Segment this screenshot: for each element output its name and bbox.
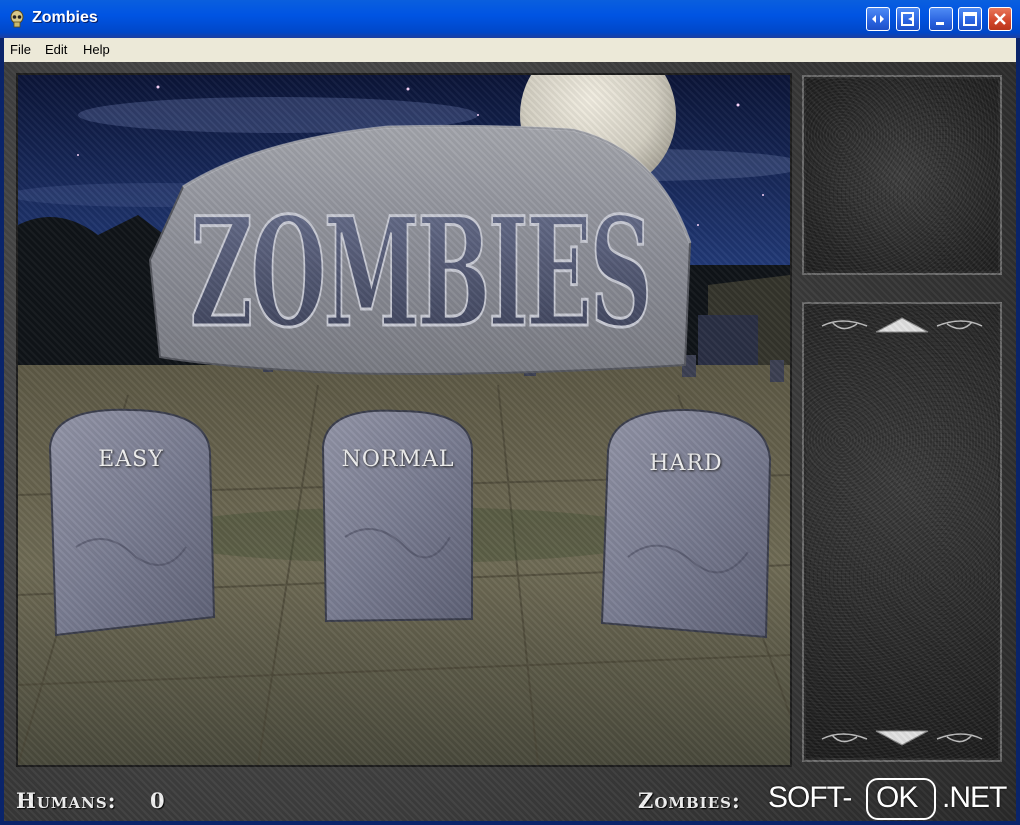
- exit-button[interactable]: [896, 7, 920, 31]
- window-title: Zombies: [32, 9, 98, 26]
- title-bar: Zombies: [0, 0, 1020, 38]
- swap-icon: [872, 15, 884, 23]
- scroll-up-button[interactable]: [812, 312, 992, 338]
- info-panel: [802, 75, 1002, 275]
- watermark-text-net: .NET: [942, 781, 1007, 814]
- triangle-down-icon: [821, 730, 983, 746]
- list-panel: [802, 302, 1002, 762]
- game-viewport: ZOMBIES EASY NORMAL HARD: [18, 75, 790, 765]
- tombstone-icon: [600, 408, 772, 639]
- watermark-text-ok: OK: [876, 781, 918, 814]
- normal-button[interactable]: NORMAL: [320, 407, 476, 629]
- zombies-logo: ZOMBIES: [148, 124, 692, 375]
- watermark: SOFT- OK .NET: [766, 778, 1016, 822]
- skull-icon: [10, 10, 24, 28]
- game-frame: ZOMBIES EASY NORMAL HARD Humans: 0 Zombi…: [4, 62, 1016, 821]
- menu-edit[interactable]: Edit: [45, 42, 67, 57]
- swap-button[interactable]: [866, 7, 890, 31]
- scroll-down-button[interactable]: [812, 725, 992, 751]
- easy-button[interactable]: EASY: [46, 407, 216, 637]
- menu-file[interactable]: File: [10, 42, 31, 57]
- exit-icon: [901, 12, 914, 26]
- close-button[interactable]: [988, 7, 1012, 31]
- humans-count: 0: [150, 788, 166, 813]
- easy-label: EASY: [98, 447, 164, 472]
- hard-label: HARD: [649, 451, 723, 476]
- normal-label: NORMAL: [341, 447, 455, 472]
- minimize-button[interactable]: [929, 7, 953, 31]
- menu-help[interactable]: Help: [83, 42, 110, 57]
- close-icon: [994, 13, 1006, 25]
- menu-bar: File Edit Help: [4, 38, 1016, 62]
- zombies-label: Zombies:: [638, 788, 741, 813]
- tombstone-icon: [48, 408, 216, 637]
- humans-label: Humans:: [16, 788, 117, 813]
- maximize-icon: [963, 12, 977, 26]
- watermark-text-soft: SOFT-: [768, 781, 852, 814]
- maximize-button[interactable]: [958, 7, 982, 31]
- svg-text:ZOMBIES: ZOMBIES: [190, 185, 650, 361]
- hard-button[interactable]: HARD: [598, 407, 774, 639]
- tombstone-icon: [321, 409, 473, 623]
- minimize-icon: [936, 22, 944, 25]
- triangle-up-icon: [821, 317, 983, 333]
